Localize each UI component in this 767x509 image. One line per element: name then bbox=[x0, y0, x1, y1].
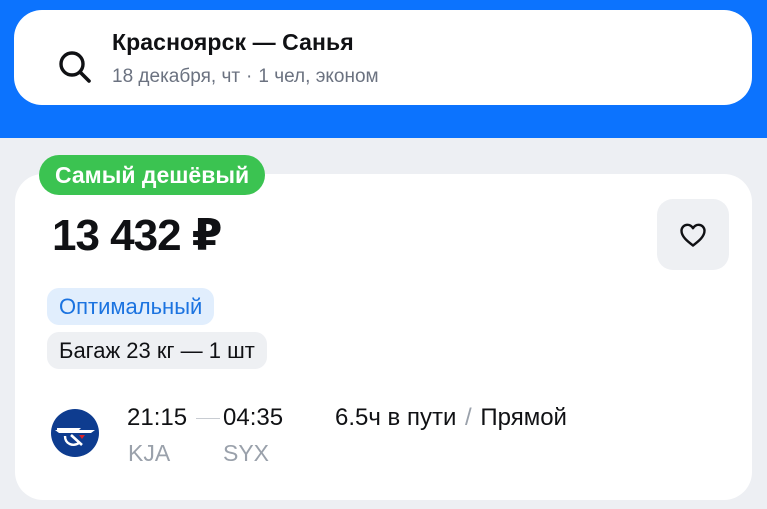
optimal-tag: Оптимальный bbox=[47, 288, 215, 325]
departure-airport-code: KJA bbox=[128, 440, 171, 466]
favorite-button[interactable] bbox=[657, 199, 729, 270]
search-bar[interactable]: Красноярск — Санья 18 декабря, чт · 1 чел,… bbox=[14, 10, 752, 105]
duration-slash: / bbox=[465, 404, 472, 431]
separator-dot: · bbox=[246, 66, 253, 87]
flight-type: Прямой bbox=[480, 404, 567, 431]
arrival-time: 04:35 bbox=[223, 404, 284, 431]
baggage-tag: Багаж 23 кг — 1 шт bbox=[47, 332, 267, 369]
search-date: 18 декабря, чт bbox=[112, 66, 241, 87]
time-separator bbox=[196, 418, 220, 419]
route-title: Красноярск — Санья bbox=[112, 29, 354, 55]
heart-icon bbox=[680, 223, 706, 247]
ticket-price: 13 432 ₽ bbox=[52, 211, 222, 260]
flight-duration-info: 6.5ч в пути / Прямой bbox=[335, 404, 567, 432]
departure-time: 21:15 bbox=[127, 404, 188, 431]
cheapest-badge: Самый дешёвый bbox=[39, 155, 266, 195]
airline-logo-icon bbox=[51, 409, 99, 457]
arrival-airport-code: SYX bbox=[223, 440, 270, 466]
search-passengers: 1 чел, эконом bbox=[258, 66, 379, 87]
search-details: 18 декабря, чт · 1 чел, эконом bbox=[112, 66, 379, 88]
flight-duration: 6.5ч в пути bbox=[335, 404, 457, 431]
search-icon[interactable] bbox=[56, 48, 96, 88]
